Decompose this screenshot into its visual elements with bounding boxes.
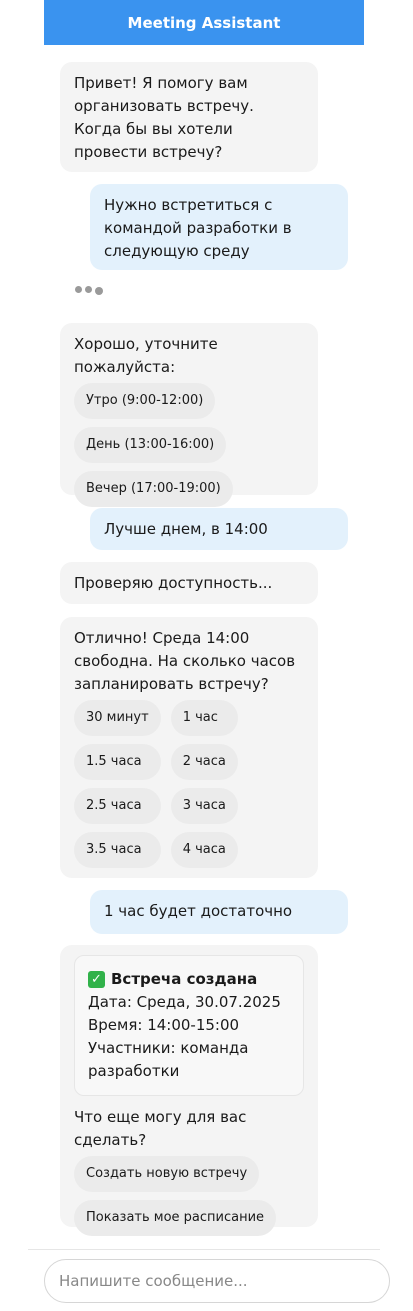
- option-evening-button[interactable]: Вечер (17:00-19:00): [74, 471, 233, 507]
- bot-message: Отлично! Среда 14:00 свободна. На скольк…: [60, 617, 318, 878]
- bot-message: ✓ Встреча создана Дата: Среда, 30.07.202…: [60, 945, 318, 1236]
- header-title: Meeting Assistant: [127, 13, 281, 32]
- duration-3h-button[interactable]: 3 часа: [170, 788, 238, 824]
- meeting-participants: Участники: команда разработки: [88, 1039, 249, 1080]
- bot-message: Проверяю доступность...: [60, 562, 318, 604]
- user-message: Нужно встретиться с командой разработки …: [90, 184, 348, 270]
- show-schedule-button[interactable]: Показать мое расписание: [74, 1200, 277, 1236]
- duration-2-5h-button[interactable]: 2.5 часа: [74, 788, 161, 824]
- duration-2h-button[interactable]: 2 часа: [170, 744, 238, 780]
- typing-indicator: [75, 286, 103, 295]
- message-input[interactable]: [44, 1259, 390, 1303]
- card-title: ✓ Встреча создана: [88, 968, 290, 991]
- message-text: Что еще могу для вас сделать?: [74, 1108, 247, 1149]
- app-header: Meeting Assistant: [44, 0, 364, 45]
- message-text: Нужно встретиться с командой разработки …: [104, 196, 292, 260]
- meeting-confirmation-card: ✓ Встреча создана Дата: Среда, 30.07.202…: [74, 955, 304, 1096]
- option-list: Утро (9:00-12:00) День (13:00-16:00) Веч…: [74, 383, 304, 507]
- duration-4h-button[interactable]: 4 часа: [170, 832, 238, 868]
- card-title-text: Встреча создана: [111, 970, 258, 988]
- duration-3-5h-button[interactable]: 3.5 часа: [74, 832, 161, 868]
- option-day-button[interactable]: День (13:00-16:00): [74, 427, 227, 463]
- option-morning-button[interactable]: Утро (9:00-12:00): [74, 383, 216, 419]
- message-text: Привет! Я помогу вам организовать встреч…: [74, 74, 254, 161]
- bot-message: Привет! Я помогу вам организовать встреч…: [60, 62, 318, 172]
- message-text: Лучше днем, в 14:00: [104, 520, 268, 538]
- typing-dot: [95, 287, 103, 295]
- duration-option-grid: 30 минут 1 час 1.5 часа 2 часа 2.5 часа …: [74, 700, 304, 868]
- bot-message: Хорошо, уточните пожалуйста: Утро (9:00-…: [60, 323, 318, 507]
- option-list: Создать новую встречу Показать мое распи…: [74, 1156, 304, 1236]
- duration-1-5h-button[interactable]: 1.5 часа: [74, 744, 161, 780]
- check-icon: ✓: [88, 971, 105, 988]
- duration-1h-button[interactable]: 1 час: [170, 700, 238, 736]
- composer-divider: [28, 1249, 380, 1250]
- message-text: Хорошо, уточните пожалуйста:: [74, 335, 218, 376]
- message-text: Отлично! Среда 14:00 свободна. На скольк…: [74, 629, 296, 693]
- user-message: 1 час будет достаточно: [90, 890, 348, 934]
- typing-dot: [75, 286, 82, 293]
- user-message: Лучше днем, в 14:00: [90, 508, 348, 550]
- message-text: Проверяю доступность...: [74, 574, 273, 592]
- create-meeting-button[interactable]: Создать новую встречу: [74, 1156, 260, 1192]
- message-text: 1 час будет достаточно: [104, 902, 293, 920]
- duration-30min-button[interactable]: 30 минут: [74, 700, 161, 736]
- meeting-time: Время: 14:00-15:00: [88, 1016, 240, 1034]
- meeting-date: Дата: Среда, 30.07.2025: [88, 993, 281, 1011]
- typing-dot: [85, 286, 92, 293]
